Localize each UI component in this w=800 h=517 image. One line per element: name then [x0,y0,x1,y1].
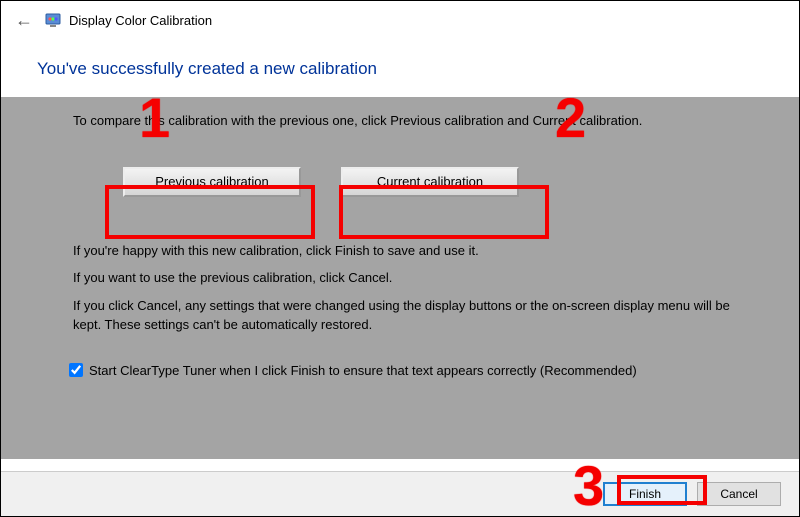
finish-button[interactable]: Finish [603,482,687,506]
body-area: To compare this calibration with the pre… [1,97,799,459]
happy-text: If you're happy with this new calibratio… [73,241,761,261]
titlebar: ← Display Color Calibration [1,1,799,37]
window-title: Display Color Calibration [69,13,212,28]
cleartype-checkbox-label: Start ClearType Tuner when I click Finis… [89,363,637,378]
compare-instruction: To compare this calibration with the pre… [73,111,761,131]
previous-calibration-button[interactable]: Previous calibration [123,167,301,197]
current-calibration-button[interactable]: Current calibration [341,167,519,197]
footer: Finish Cancel [1,471,799,516]
back-arrow-icon[interactable]: ← [15,10,39,31]
cleartype-checkbox[interactable] [69,363,83,377]
app-icon [45,12,61,28]
previous-text: If you want to use the previous calibrat… [73,268,761,288]
window: ← Display Color Calibration You've succe… [0,0,800,517]
calibration-button-row: Previous calibration Current calibration [123,167,761,197]
cancel-note-text: If you click Cancel, any settings that w… [73,296,761,335]
cleartype-checkbox-row: Start ClearType Tuner when I click Finis… [69,363,761,378]
page-heading: You've successfully created a new calibr… [1,37,799,97]
cancel-button[interactable]: Cancel [697,482,781,506]
